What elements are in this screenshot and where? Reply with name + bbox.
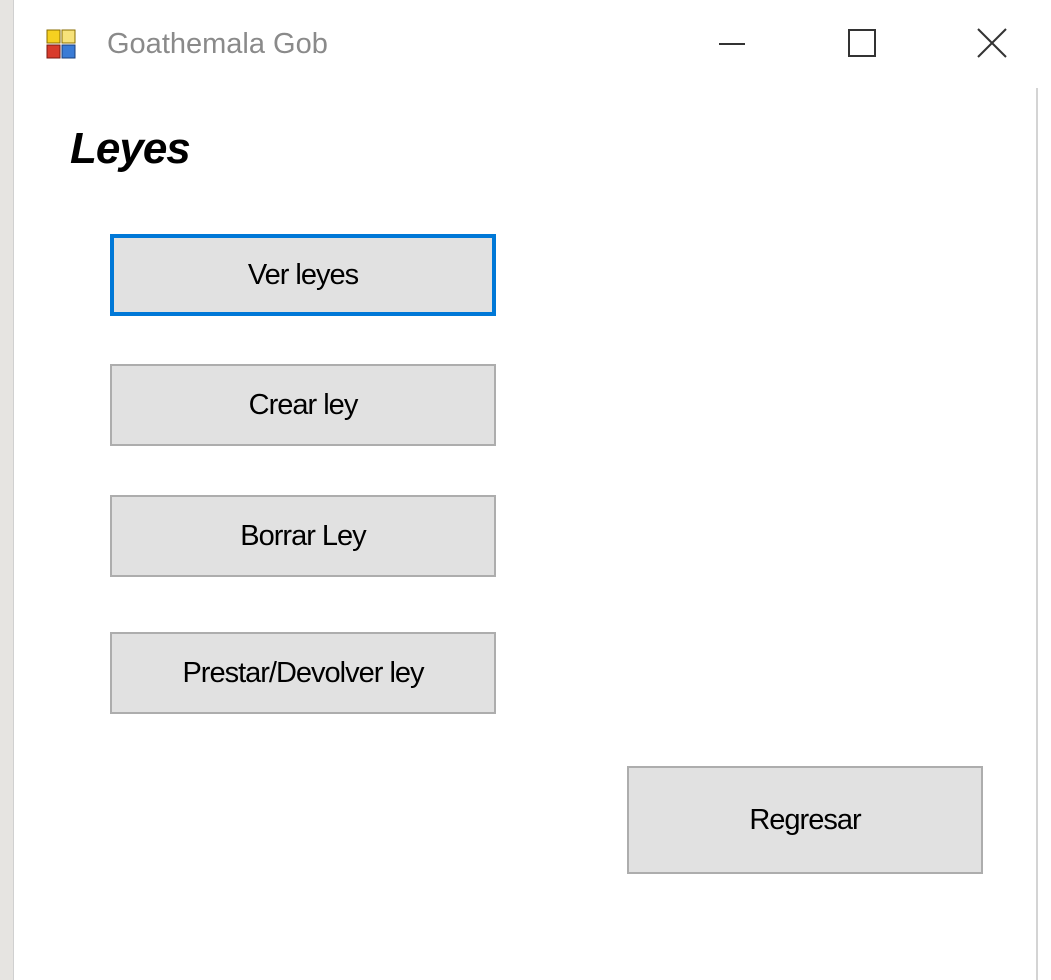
minimize-icon[interactable]	[704, 20, 764, 68]
close-icon[interactable]	[964, 20, 1024, 68]
prestar-devolver-ley-button[interactable]: Prestar/Devolver ley	[110, 632, 496, 714]
window-title: Goathemala Gob	[107, 28, 328, 60]
ver-leyes-button[interactable]: Ver leyes	[110, 234, 496, 316]
app-window: Goathemala Gob Leyes Ver leyes Crear ley…	[13, 0, 1051, 980]
form-border	[1036, 88, 1038, 980]
page-title: Leyes	[70, 124, 191, 173]
title-bar[interactable]: Goathemala Gob	[14, 0, 1051, 88]
borrar-ley-button[interactable]: Borrar Ley	[110, 495, 496, 577]
crear-ley-button[interactable]: Crear ley	[110, 364, 496, 446]
maximize-icon[interactable]	[834, 20, 894, 68]
regresar-button[interactable]: Regresar	[627, 766, 983, 874]
app-icon	[46, 29, 76, 59]
